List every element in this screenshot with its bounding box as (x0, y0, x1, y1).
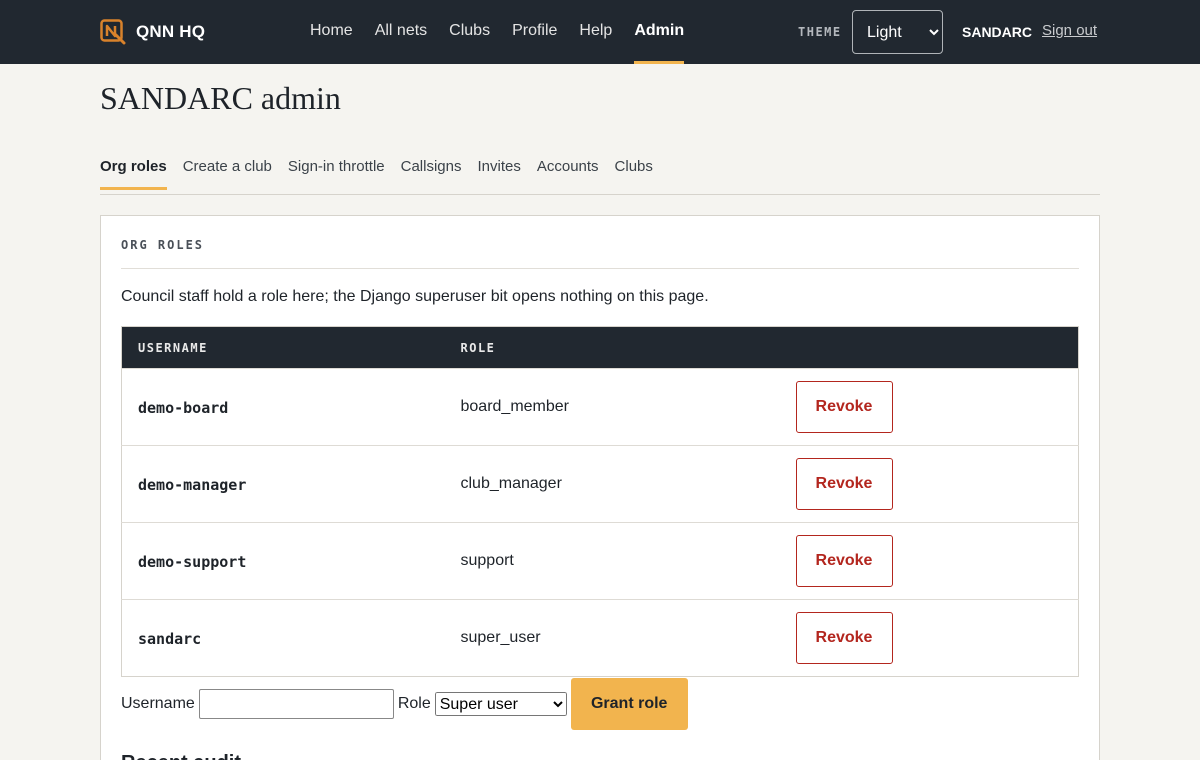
org-roles-panel: ORG ROLES Council staff hold a role here… (100, 215, 1100, 760)
nav-home[interactable]: Home (310, 0, 353, 64)
recent-audit-heading: Recent audit (121, 752, 241, 760)
username-cell: demo-support (121, 522, 445, 600)
brand-name: QNN HQ (136, 22, 206, 41)
nav-all-nets[interactable]: All nets (375, 0, 427, 64)
brand[interactable]: QNN HQ (100, 18, 205, 46)
admin-tabs: Org roles Create a club Sign-in throttle… (100, 154, 1100, 195)
section-description: Council staff hold a role here; the Djan… (121, 288, 709, 305)
tab-org-roles[interactable]: Org roles (100, 154, 167, 194)
tab-invites[interactable]: Invites (477, 154, 520, 194)
role-cell: club_manager (444, 445, 780, 523)
theme-select[interactable]: Light (852, 10, 943, 54)
username-cell: demo-manager (121, 445, 445, 523)
tab-callsigns[interactable]: Callsigns (401, 154, 462, 194)
grant-role-form: Username Role Super user Grant role (121, 678, 688, 730)
nav-clubs[interactable]: Clubs (449, 0, 490, 64)
table-header-row: USERNAME ROLE (121, 326, 1079, 369)
top-bar: QNN HQ Home All nets Clubs Profile Help … (0, 0, 1200, 64)
nav-profile[interactable]: Profile (512, 0, 557, 64)
role-cell: support (444, 522, 780, 600)
nav-admin[interactable]: Admin (634, 0, 684, 64)
action-cell: Revoke (779, 599, 1079, 677)
section-title: ORG ROLES (121, 238, 205, 252)
column-header-username: USERNAME (121, 326, 445, 369)
revoke-button[interactable]: Revoke (795, 381, 893, 433)
action-cell: Revoke (779, 445, 1079, 523)
roles-table: USERNAME ROLE demo-board board_member Re… (121, 326, 1079, 677)
table-row: demo-manager club_manager Revoke (121, 445, 1079, 523)
role-label: Role (397, 695, 431, 712)
role-cell: board_member (444, 368, 780, 446)
username-label: Username (121, 695, 195, 712)
table-row: sandarc super_user Revoke (121, 599, 1079, 677)
username-cell: demo-board (121, 368, 445, 446)
tab-accounts[interactable]: Accounts (537, 154, 599, 194)
tab-clubs[interactable]: Clubs (615, 154, 653, 194)
action-cell: Revoke (779, 368, 1079, 446)
sign-out-link[interactable]: Sign out (1042, 22, 1097, 39)
role-select[interactable]: Super user (434, 692, 567, 716)
column-header-role: ROLE (444, 326, 780, 369)
current-user: SANDARC (962, 24, 1032, 40)
revoke-button[interactable]: Revoke (795, 612, 893, 664)
page-title: SANDARC admin (100, 80, 341, 116)
revoke-button[interactable]: Revoke (795, 458, 893, 510)
theme-label: THEME (798, 25, 842, 39)
revoke-button[interactable]: Revoke (795, 535, 893, 587)
role-cell: super_user (444, 599, 780, 677)
username-cell: sandarc (121, 599, 445, 677)
qnn-logo-icon (100, 19, 126, 45)
section-divider (121, 268, 1079, 269)
nav-help[interactable]: Help (579, 0, 612, 64)
table-row: demo-board board_member Revoke (121, 368, 1079, 446)
action-cell: Revoke (779, 522, 1079, 600)
username-input[interactable] (198, 689, 394, 719)
column-header-actions (779, 326, 1079, 369)
tab-sign-in-throttle[interactable]: Sign-in throttle (288, 154, 385, 194)
tab-create-club[interactable]: Create a club (183, 154, 272, 194)
table-row: demo-support support Revoke (121, 522, 1079, 600)
grant-role-button[interactable]: Grant role (570, 678, 688, 730)
main-nav: Home All nets Clubs Profile Help Admin (310, 0, 706, 64)
